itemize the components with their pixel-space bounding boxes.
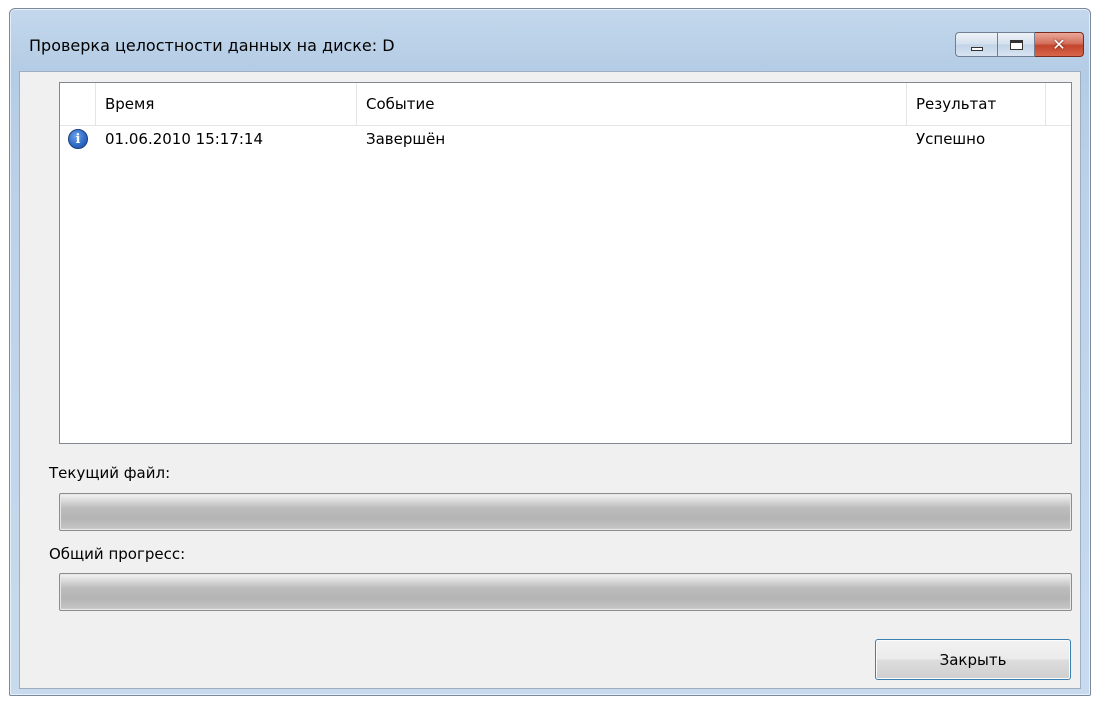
list-item-event: Завершён: [366, 130, 446, 148]
minimize-icon: [970, 46, 983, 51]
list-item-time: 01.06.2010 15:17:14: [105, 130, 264, 148]
close-button[interactable]: Закрыть: [875, 639, 1071, 680]
current-file-progress-bar: [59, 493, 1072, 531]
window-title: Проверка целостности данных на диске: D: [29, 36, 395, 55]
list-item[interactable]: i 01.06.2010 15:17:14 Завершён Успешно: [60, 125, 1071, 153]
list-item-icon-cell: i: [60, 129, 96, 149]
caption-buttons: ✕: [955, 32, 1084, 57]
disk-check-window: Проверка целостности данных на диске: D …: [9, 8, 1091, 696]
overall-progress-label: Общий прогресс:: [49, 545, 186, 563]
dialog-client-area: Время Событие Результат i 01.06.2010 15:…: [19, 71, 1081, 689]
column-header-time[interactable]: Время: [96, 83, 357, 125]
column-header-result[interactable]: Результат: [907, 83, 1046, 125]
list-item-result: Успешно: [916, 130, 986, 148]
maximize-button[interactable]: [998, 32, 1035, 57]
column-header-event[interactable]: Событие: [357, 83, 907, 125]
minimize-button[interactable]: [955, 32, 998, 57]
overall-progress-bar: [59, 573, 1072, 611]
info-icon: i: [68, 129, 88, 149]
event-log-list[interactable]: Время Событие Результат i 01.06.2010 15:…: [59, 82, 1072, 444]
close-window-button[interactable]: ✕: [1035, 32, 1084, 57]
column-header-filler: [1046, 83, 1071, 125]
current-file-label: Текущий файл:: [49, 464, 171, 482]
maximize-icon: [1009, 39, 1023, 50]
title-bar[interactable]: Проверка целостности данных на диске: D …: [10, 9, 1090, 72]
close-icon: ✕: [1052, 34, 1066, 54]
column-header-icon[interactable]: [60, 83, 96, 125]
event-log-header: Время Событие Результат: [60, 83, 1071, 126]
